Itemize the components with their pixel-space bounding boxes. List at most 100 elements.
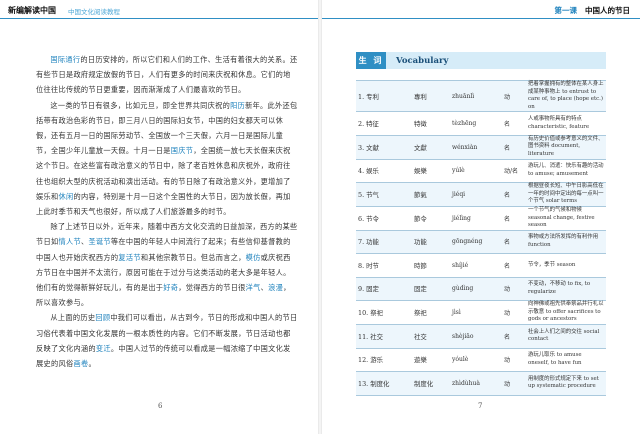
vocab-simplified: 时节 (366, 261, 379, 270)
vocab-word: 8. 时节 (356, 253, 412, 278)
keyword-highlight: 国际通行 (50, 55, 81, 64)
vocab-part-of-speech: 动/名 (502, 158, 526, 184)
definition-en: characteristic, feature (528, 123, 590, 130)
unit-label: 第一课 (554, 6, 578, 15)
vocab-definition: 游玩儿取乐 to amuse oneself, to have fun (526, 347, 606, 372)
keyword-highlight: 圣诞节 (88, 237, 111, 247)
vocab-simplified: 功能 (366, 238, 379, 247)
vocab-simplified: 祭祀 (370, 309, 383, 318)
vocab-definition: 把着掌握拥有的整体在某人身上成某种事物上 to entrust to care … (526, 79, 606, 113)
definition-zh: 一个节气的气候和物候 (528, 206, 582, 213)
vocab-traditional: 固定 (412, 276, 450, 302)
body-text-run: 和其他宗教节日。但总而言之， (140, 252, 246, 262)
definition-zh: 游玩儿取乐 (528, 352, 555, 359)
definition-zh: 不变动，不移动 (528, 281, 566, 288)
vocab-simplified: 节令 (366, 214, 379, 223)
keyword-highlight: 画卷 (73, 359, 89, 369)
vocab-number: 13. (358, 379, 369, 388)
vocab-definition: 有历史价值或参考意义的文件、图书资料 document, literature (526, 134, 606, 160)
vocab-number: 10. (358, 309, 369, 318)
body-text-run: 从上面的历史 (50, 313, 96, 323)
vocab-number: 12. (358, 356, 369, 365)
definition-en: to amuse; amusement (528, 170, 589, 177)
body-paragraph: 这一类的节日有很多，比如元旦，即全世界共同庆祝的阳历新年。此外还包括带有政治色彩… (36, 98, 298, 220)
page-number-right: 7 (478, 402, 483, 410)
vocab-word: 6. 节令 (356, 205, 412, 231)
keyword-highlight: 变迁 (95, 343, 111, 353)
left-page-body: 国际通行的日历安排的，所以它们和人们的工作、生活有着很大的关系。还有些节日是政府… (36, 52, 298, 371)
vocab-definition: 游玩儿、消遣：快乐有趣的活动 to amuse; amusement (526, 158, 606, 184)
vocab-simplified: 固定 (366, 285, 379, 294)
definition-en: seasonal change, festive season (528, 214, 595, 229)
vocab-row: 1. 专利 專利 zhuānlì 动把着掌握拥有的整体在某人身上成某种事物上 to e… (356, 79, 606, 113)
keyword-highlight: 回顾 (95, 313, 111, 323)
body-paragraph: 国际通行的日历安排的，所以它们和人们的工作、生活有着很大的关系。还有些节日是政府… (36, 52, 298, 98)
definition-en: solar terms (545, 198, 577, 205)
vocab-definition: 社会上人们之间的交往 social contact (526, 324, 606, 349)
vocab-word: 10. 祭祀 (356, 300, 412, 325)
body-text-run: ，觉得西方的节日很 (178, 283, 246, 293)
vocab-traditional: 娛樂 (412, 158, 450, 184)
definition-zh: 人或事物所具有的特点 (528, 116, 582, 123)
vocab-word: 11. 社交 (356, 324, 412, 349)
vocabulary-label-en: Vocabulary (396, 55, 449, 66)
vocab-part-of-speech: 动 (502, 276, 526, 302)
vocab-pinyin: shèjiāo (450, 324, 502, 349)
vocab-simplified: 专利 (366, 92, 379, 101)
vocab-traditional: 文獻 (412, 134, 450, 160)
vocab-word: 4. 娱乐 (356, 158, 412, 184)
vocab-word: 2. 特征 (356, 111, 412, 136)
vocab-traditional: 遊樂 (412, 347, 450, 372)
definition-zh: 社会上人们之间的交往 (528, 328, 582, 335)
vocab-word: 9. 固定 (356, 276, 412, 302)
series-title: 中国文化阅读教程 (68, 8, 120, 16)
keyword-highlight: 情人节 (58, 237, 81, 247)
vocabulary-label-zh: 生 词 (356, 52, 386, 69)
vocab-pinyin: jiéqi (450, 182, 502, 207)
keyword-highlight: 好奇 (163, 283, 179, 293)
vocab-traditional: 制度化 (412, 371, 450, 396)
vocab-pinyin: jiélìng (450, 205, 502, 231)
vocab-traditional: 節氣 (412, 182, 450, 207)
vocab-part-of-speech: 名 (502, 324, 526, 349)
vocab-part-of-speech: 动 (502, 79, 526, 113)
vocab-pinyin: jìsì (450, 300, 502, 325)
vocab-word: 7. 功能 (356, 229, 412, 255)
vocab-traditional: 節令 (412, 205, 450, 231)
vocab-definition: 节令，季节 season (526, 253, 606, 278)
definition-zh: 节令，季节 (528, 261, 555, 268)
vocab-row: 3. 文献 文獻 wénxiàn 名有历史价值或参考意义的文件、图书资料 docume… (356, 134, 606, 160)
vocab-word: 12. 游乐 (356, 347, 412, 372)
vocab-definition: 不变动，不移动 to fix, to regularize (526, 276, 606, 302)
vocab-definition: 根据昼夜长短、中午日影高低在一年的时间中定出的每一点叫一个节气 solar te… (526, 182, 606, 207)
definition-en: function (528, 241, 551, 248)
vocab-pinyin: wénxiàn (450, 134, 502, 160)
vocab-simplified: 社交 (370, 332, 383, 341)
vocab-part-of-speech: 动 (502, 347, 526, 372)
vocab-definition: 向神佛或祖先供奉祭品并行礼以示敬意 to offer sacrifices to… (526, 300, 606, 325)
vocab-pinyin: yóulè (450, 347, 502, 372)
vocab-part-of-speech: 名 (502, 182, 526, 207)
book-spread: 新编解读中国 中国文化阅读教程 第一课 中国人的节日 国际通行的日历安排的，所以… (0, 0, 640, 434)
keyword-highlight: 浪漫 (268, 283, 284, 293)
left-running-head: 新编解读中国 中国文化阅读教程 (0, 0, 318, 19)
keyword-highlight: 模仿 (245, 252, 261, 262)
vocab-pinyin: yúlè (450, 158, 502, 184)
vocab-definition: 事物或方法所发挥的有利作用 function (526, 229, 606, 255)
vocab-row: 5. 节气 節氣 jiéqi 名根据昼夜长短、中午日影高低在一年的时间中定出的每一点叫… (356, 182, 606, 207)
vocab-simplified: 特征 (366, 120, 379, 129)
vocab-pinyin: gōngnéng (450, 229, 502, 255)
vocab-part-of-speech: 动 (502, 371, 526, 396)
book-gutter (318, 0, 322, 434)
vocab-traditional: 功能 (412, 229, 450, 255)
definition-zh: 用制度的形式规定下来 (528, 375, 582, 382)
vocab-simplified: 节气 (366, 191, 379, 200)
vocab-simplified: 游乐 (370, 356, 383, 365)
vocab-row: 4. 娱乐 娛樂 yúlè 动/名 游玩儿、消遣：快乐有趣的活动 to amuse; a… (356, 158, 606, 184)
vocab-part-of-speech: 名 (502, 229, 526, 255)
vocab-word: 13. 制度化 (356, 371, 412, 396)
vocab-simplified: 文献 (366, 143, 379, 152)
vocab-row: 7. 功能 功能 gōngnéng 名事物或方法所发挥的有利作用 function (356, 229, 606, 255)
vocab-word: 3. 文献 (356, 134, 412, 160)
keyword-highlight: 国庆节 (170, 146, 194, 156)
